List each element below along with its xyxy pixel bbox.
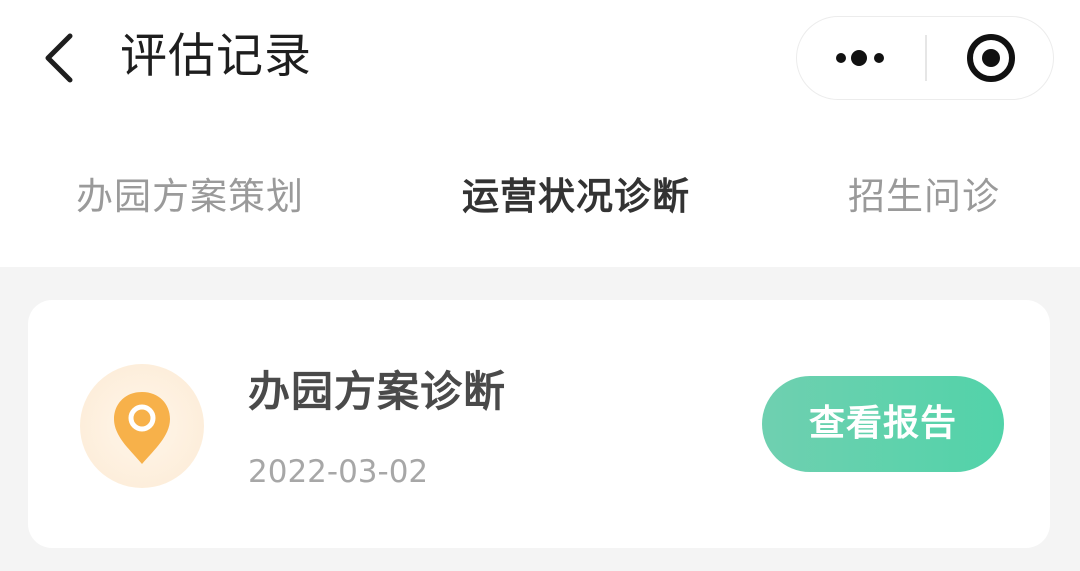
more-button[interactable] <box>797 17 925 99</box>
target-circle-icon <box>967 34 1015 82</box>
tab-enrollment-consult[interactable]: 招生问诊 <box>848 172 1000 222</box>
tab-school-plan[interactable]: 办园方案策划 <box>76 172 304 222</box>
record-card: 办园方案诊断 2022-03-02 查看报告 <box>28 300 1050 548</box>
category-tabs: 办园方案策划 运营状况诊断 招生问诊 <box>0 130 1080 267</box>
close-button[interactable] <box>927 17 1053 99</box>
record-title: 办园方案诊断 <box>248 367 507 416</box>
back-arrow-icon <box>45 33 73 83</box>
view-report-button[interactable]: 查看报告 <box>762 376 1004 472</box>
location-pin-icon <box>114 392 170 464</box>
navigation-bar: 评估记录 <box>0 0 1080 130</box>
record-date: 2022-03-02 <box>248 454 429 490</box>
tab-operation-diagnosis[interactable]: 运营状况诊断 <box>462 172 690 222</box>
more-dots-icon <box>836 50 884 66</box>
back-button[interactable] <box>34 30 84 86</box>
page-title: 评估记录 <box>120 29 312 84</box>
mini-program-capsule <box>796 16 1054 100</box>
record-icon-badge <box>80 364 204 488</box>
